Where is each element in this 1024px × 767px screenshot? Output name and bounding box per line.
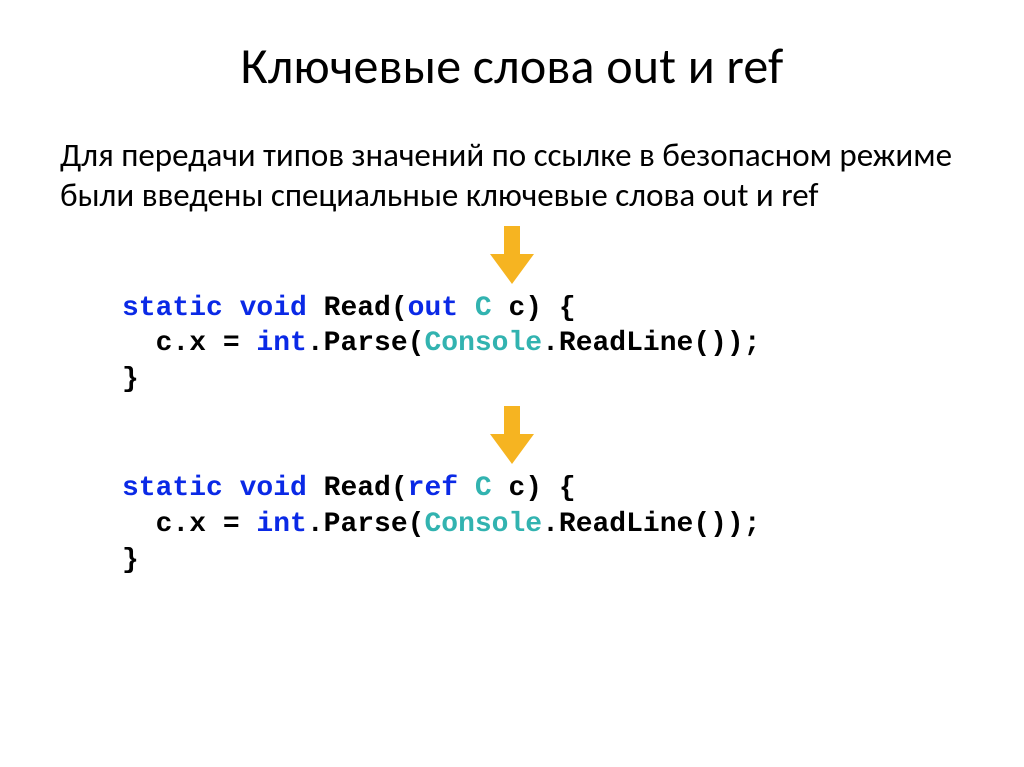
arrow-down-icon [60,406,964,469]
code-keyword: int [256,509,306,540]
code-keyword: void [240,293,324,324]
code-type: Console [424,328,542,359]
code-text: c) { [508,293,575,324]
code-text: .ReadLine()); [542,328,760,359]
slide-body-text: Для передачи типов значений по ссылке в … [60,135,964,216]
code-keyword: out [408,293,475,324]
code-type: C [475,473,509,504]
code-text: c.x = [122,509,256,540]
code-block-out: static void Read(out C c) { c.x = int.Pa… [122,291,964,398]
code-text: .Parse( [307,509,425,540]
slide-title: Ключевые слова out и ref [60,36,964,97]
code-text: } [122,545,139,576]
code-text: c) { [508,473,575,504]
code-text: Read( [324,293,408,324]
slide: Ключевые слова out и ref Для передачи ти… [0,0,1024,767]
code-keyword: void [240,473,324,504]
code-type: Console [424,509,542,540]
code-text: } [122,364,139,395]
code-type: C [475,293,509,324]
arrow-down-icon [60,226,964,289]
code-text: Read( [324,473,408,504]
code-text: c.x = [122,328,256,359]
code-keyword: static [122,293,240,324]
code-keyword: ref [408,473,475,504]
code-keyword: int [256,328,306,359]
code-text: .Parse( [307,328,425,359]
code-keyword: static [122,473,240,504]
code-block-ref: static void Read(ref C c) { c.x = int.Pa… [122,471,964,578]
code-text: .ReadLine()); [542,509,760,540]
